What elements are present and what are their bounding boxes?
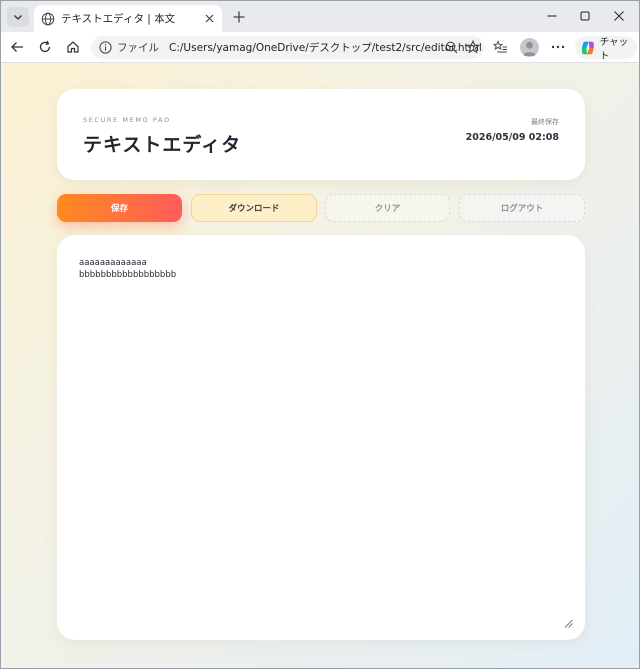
header-card: SECURE MEMO PAD テキストエディタ 最終保存 2026/05/09… <box>57 89 585 180</box>
zoom-out-icon <box>445 41 457 53</box>
user-icon <box>523 41 536 56</box>
favorites-icon <box>492 40 507 53</box>
favorites-list-button[interactable] <box>490 37 510 57</box>
copilot-chat-button[interactable]: チャット <box>575 36 637 62</box>
refresh-icon <box>39 40 51 53</box>
copilot-icon <box>581 41 594 54</box>
tab-actions-menu-button[interactable] <box>7 7 29 27</box>
last-saved-label: 最終保存 <box>531 118 559 126</box>
chevron-down-icon <box>14 15 22 20</box>
profile-avatar[interactable] <box>520 38 539 57</box>
page-title: テキストエディタ <box>83 134 242 156</box>
app-eyebrow: SECURE MEMO PAD <box>83 116 171 124</box>
tab-title: テキストエディタ | 本文 <box>61 13 176 25</box>
minimize-button[interactable] <box>540 6 564 26</box>
settings-more-button[interactable] <box>548 37 568 57</box>
back-button[interactable] <box>7 37 27 57</box>
close-window-button[interactable] <box>607 6 631 26</box>
plus-icon <box>233 11 245 23</box>
editor-card: aaaaaaaaaaaaa bbbbbbbbbbbbbbbbbb <box>57 235 585 640</box>
zoom-button[interactable] <box>441 37 461 57</box>
globe-icon <box>41 12 55 25</box>
close-icon <box>614 11 624 21</box>
editor-textarea[interactable]: aaaaaaaaaaaaa bbbbbbbbbbbbbbbbbb <box>79 257 569 622</box>
tab-active[interactable]: テキストエディタ | 本文 <box>34 5 222 32</box>
tab-strip: テキストエディタ | 本文 <box>1 1 639 32</box>
save-button[interactable]: 保存 <box>57 194 182 222</box>
last-saved-time: 2026/05/09 02:08 <box>465 132 559 143</box>
clear-button[interactable]: クリア <box>325 194 450 222</box>
page-content: SECURE MEMO PAD テキストエディタ 最終保存 2026/05/09… <box>3 63 639 668</box>
minimize-icon <box>547 15 557 17</box>
arrow-left-icon <box>11 42 23 52</box>
star-icon <box>466 40 480 54</box>
resize-handle-icon[interactable] <box>564 619 573 628</box>
address-scheme: ファイル <box>117 42 159 54</box>
home-button[interactable] <box>63 37 83 57</box>
browser-window: テキストエディタ | 本文 ファイル C:/Users/yamag/OneDri… <box>0 0 640 669</box>
close-tab-icon[interactable] <box>202 11 216 25</box>
address-bar[interactable]: ファイル C:/Users/yamag/OneDrive/デスクトップ/test… <box>91 36 484 59</box>
address-url[interactable]: C:/Users/yamag/OneDrive/デスクトップ/test2/src… <box>169 40 482 55</box>
maximize-button[interactable] <box>573 6 597 26</box>
new-tab-button[interactable] <box>229 7 249 27</box>
refresh-button[interactable] <box>35 37 55 57</box>
home-icon <box>67 41 79 53</box>
more-icon <box>551 45 565 49</box>
info-icon[interactable] <box>99 41 112 54</box>
favorite-button[interactable] <box>463 37 483 57</box>
download-button[interactable]: ダウンロード <box>191 194 317 222</box>
logout-button[interactable]: ログアウト <box>459 194 585 222</box>
browser-toolbar: ファイル C:/Users/yamag/OneDrive/デスクトップ/test… <box>1 32 639 63</box>
maximize-icon <box>580 11 590 21</box>
copilot-label: チャット <box>599 36 629 62</box>
